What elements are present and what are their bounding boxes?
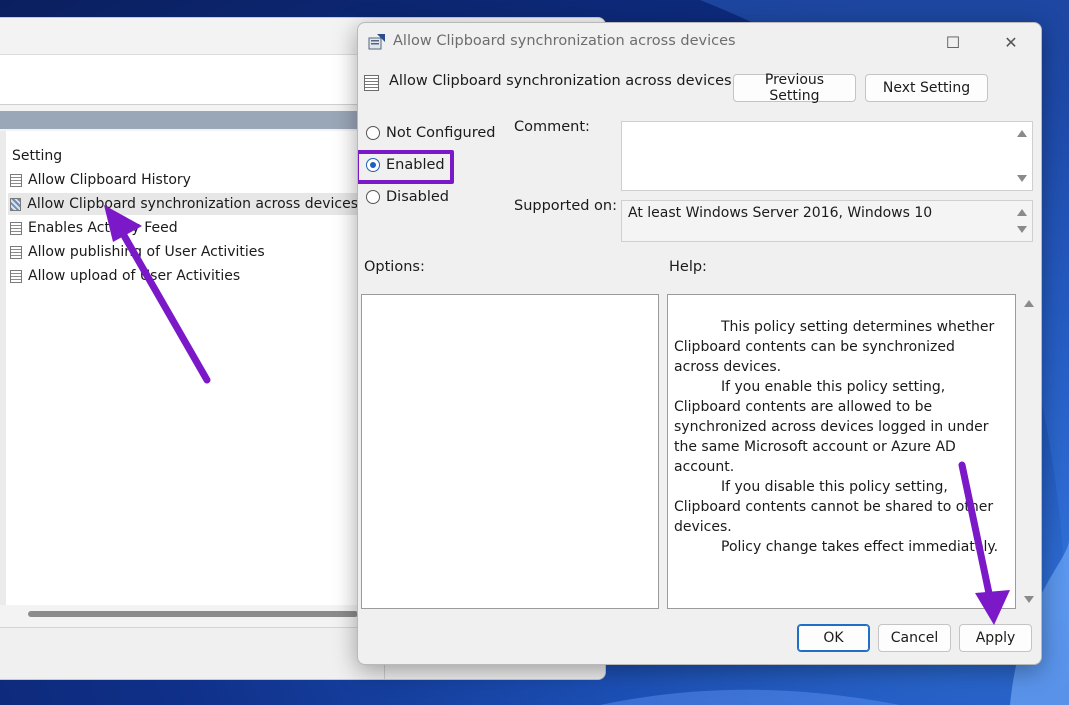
close-icon[interactable]: ✕ (989, 29, 1033, 55)
supported-on-value: At least Windows Server 2016, Windows 10 (628, 205, 933, 221)
annotation-highlight-box (358, 150, 454, 184)
setting-column-header[interactable]: Setting (12, 148, 62, 164)
radio-not-configured[interactable]: Not Configured (366, 122, 496, 144)
editor-toolbar (0, 54, 360, 84)
list-item-enables-activity-feed[interactable]: Enables Activity Feed (10, 217, 178, 239)
radio-button[interactable] (366, 126, 380, 140)
dialog-titlebar[interactable]: Allow Clipboard synchronization across d… (358, 23, 1041, 61)
comment-scrollbar[interactable] (1012, 122, 1032, 190)
supported-on-field: At least Windows Server 2016, Windows 10 (621, 200, 1033, 242)
radio-button[interactable] (366, 190, 380, 204)
ok-button[interactable]: OK (797, 624, 870, 652)
supported-on-label: Supported on: (514, 198, 618, 214)
dialog-title: Allow Clipboard synchronization across d… (393, 33, 736, 49)
radio-label: Not Configured (386, 125, 496, 141)
list-item-allow-upload-user-activities[interactable]: Allow upload of User Activities (10, 265, 240, 287)
list-item-label: Allow Clipboard History (28, 172, 191, 188)
options-panel (361, 294, 659, 609)
editor-address-bar (0, 82, 360, 105)
setting-title: Allow Clipboard synchronization across d… (389, 73, 732, 89)
list-item-label: Enables Activity Feed (28, 220, 178, 236)
list-item-allow-publishing-user-activities[interactable]: Allow publishing of User Activities (10, 241, 265, 263)
pane-divider (0, 111, 360, 129)
previous-setting-button[interactable]: Previous Setting (733, 72, 856, 104)
policy-icon (10, 245, 22, 259)
radio-disabled[interactable]: Disabled (366, 186, 449, 208)
setting-policy-icon (364, 75, 379, 91)
list-item-allow-clipboard-history[interactable]: Allow Clipboard History (10, 169, 191, 191)
policy-icon (10, 173, 22, 187)
cancel-button[interactable]: Cancel (878, 624, 951, 652)
options-label: Options: (364, 259, 425, 275)
radio-label: Disabled (386, 189, 449, 205)
settings-list: Setting Allow Clipboard History Allow Cl… (0, 131, 360, 605)
horizontal-scrollbar[interactable] (28, 611, 358, 617)
help-scrollbar[interactable] (1020, 294, 1038, 609)
help-paragraph: If you enable this policy setting, Clipb… (674, 379, 989, 475)
help-label: Help: (669, 259, 707, 275)
next-setting-button[interactable]: Next Setting (865, 74, 988, 102)
help-panel: This policy setting determines whether C… (667, 294, 1016, 609)
list-item-label: Allow publishing of User Activities (28, 244, 265, 260)
policy-icon (10, 269, 22, 283)
setting-header: Allow Clipboard synchronization across d… (358, 69, 1041, 105)
supported-on-scrollbar[interactable] (1012, 201, 1032, 241)
comment-label: Comment: (514, 119, 590, 135)
help-text: This policy setting determines whether C… (674, 317, 1004, 557)
policy-icon (10, 221, 22, 235)
list-item-label: Allow Clipboard synchronization across d… (27, 196, 358, 212)
list-item-allow-clipboard-sync[interactable]: Allow Clipboard synchronization across d… (8, 193, 358, 215)
list-item-label: Allow upload of User Activities (28, 268, 241, 284)
policy-icon (10, 197, 22, 211)
policy-setting-dialog: Allow Clipboard synchronization across d… (357, 22, 1042, 665)
maximize-icon[interactable]: ☐ (931, 29, 975, 55)
help-paragraph: This policy setting determines whether C… (674, 319, 995, 375)
policy-app-icon (368, 34, 385, 50)
help-paragraph: Policy change takes effect immediately. (721, 539, 999, 555)
help-paragraph: If you disable this policy setting, Clip… (674, 479, 994, 535)
apply-button[interactable]: Apply (959, 624, 1032, 652)
comment-field[interactable] (621, 121, 1033, 191)
